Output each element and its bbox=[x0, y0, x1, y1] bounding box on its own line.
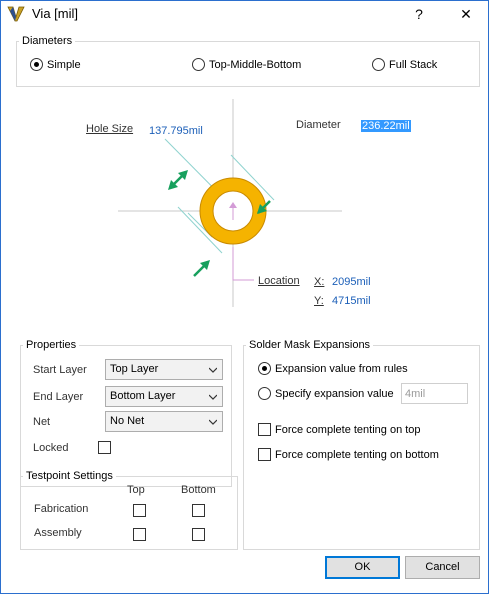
properties-legend: Properties bbox=[26, 339, 77, 351]
solder-mask-legend: Solder Mask Expansions bbox=[249, 339, 371, 351]
end-layer-select[interactable]: Bottom Layer bbox=[105, 386, 223, 407]
window-title: Via [mil] bbox=[32, 6, 78, 21]
locked-label: Locked bbox=[33, 442, 69, 454]
hole-size-value[interactable]: 137.795mil bbox=[149, 125, 203, 137]
via-diagram bbox=[118, 99, 342, 307]
radio-specify-expansion[interactable]: Specify expansion value bbox=[258, 387, 394, 400]
testpoint-row-assembly: Assembly bbox=[34, 527, 82, 539]
radio-top-middle-bottom[interactable]: Top-Middle-Bottom bbox=[192, 58, 301, 71]
radio-expansion-from-rules-label: Expansion value from rules bbox=[275, 362, 408, 375]
y-value[interactable]: 4715mil bbox=[332, 295, 371, 307]
radio-full-stack[interactable]: Full Stack bbox=[372, 58, 437, 71]
net-label: Net bbox=[33, 416, 51, 428]
diameter-value[interactable]: 236.22mil bbox=[361, 120, 411, 132]
diameter-label: Diameter bbox=[296, 119, 341, 131]
radio-full-stack-label: Full Stack bbox=[389, 58, 438, 71]
radio-simple-indicator[interactable] bbox=[30, 58, 43, 71]
assembly-bottom-checkbox[interactable] bbox=[192, 528, 205, 541]
radio-simple[interactable]: Simple bbox=[30, 58, 81, 71]
x-label: X: bbox=[314, 276, 325, 288]
close-button[interactable]: ✕ bbox=[447, 1, 485, 27]
location-label: Location bbox=[258, 275, 300, 287]
fabrication-bottom-checkbox[interactable] bbox=[192, 504, 205, 517]
testpoint-col-top: Top bbox=[127, 484, 145, 496]
chevron-down-icon bbox=[209, 367, 217, 373]
dialog-body: Diameters Simple Top-Middle-Bottom Full … bbox=[2, 27, 487, 593]
ok-button[interactable]: OK bbox=[325, 556, 400, 579]
fabrication-top-checkbox[interactable] bbox=[133, 504, 146, 517]
title-bar[interactable]: Via [mil] ? ✕ bbox=[1, 1, 488, 27]
testpoint-legend: Testpoint Settings bbox=[26, 470, 113, 482]
testpoint-col-bottom: Bottom bbox=[181, 484, 216, 496]
locked-checkbox[interactable] bbox=[98, 441, 111, 454]
tent-bottom-row[interactable]: Force complete tenting on bottom bbox=[258, 448, 439, 461]
assembly-top-checkbox[interactable] bbox=[133, 528, 146, 541]
diameters-legend: Diameters bbox=[22, 35, 73, 47]
help-button[interactable]: ? bbox=[400, 1, 438, 27]
radio-simple-label: Simple bbox=[47, 58, 81, 71]
tent-top-checkbox[interactable] bbox=[258, 423, 271, 436]
tent-top-label: Force complete tenting on top bbox=[275, 423, 421, 436]
net-select[interactable]: No Net bbox=[105, 411, 223, 432]
altium-logo-icon bbox=[7, 6, 25, 22]
start-layer-label: Start Layer bbox=[33, 364, 87, 376]
radio-top-middle-bottom-indicator[interactable] bbox=[192, 58, 205, 71]
via-dialog: Via [mil] ? ✕ Diameters Simple Top-Middl… bbox=[0, 0, 489, 594]
radio-top-middle-bottom-label: Top-Middle-Bottom bbox=[209, 58, 302, 71]
hole-size-label: Hole Size bbox=[86, 123, 134, 135]
tent-bottom-checkbox[interactable] bbox=[258, 448, 271, 461]
location-leader bbox=[232, 247, 254, 281]
start-layer-select[interactable]: Top Layer bbox=[105, 359, 223, 380]
radio-specify-expansion-indicator[interactable] bbox=[258, 387, 271, 400]
radio-specify-expansion-label: Specify expansion value bbox=[275, 387, 394, 400]
radio-full-stack-indicator[interactable] bbox=[372, 58, 385, 71]
end-layer-label: End Layer bbox=[33, 391, 84, 403]
chevron-down-icon bbox=[209, 394, 217, 400]
y-label: Y: bbox=[314, 295, 324, 307]
tent-bottom-label: Force complete tenting on bottom bbox=[275, 448, 439, 461]
x-value[interactable]: 2095mil bbox=[332, 276, 371, 288]
tent-top-row[interactable]: Force complete tenting on top bbox=[258, 423, 421, 436]
radio-expansion-from-rules-indicator[interactable] bbox=[258, 362, 271, 375]
chevron-down-icon bbox=[209, 419, 217, 425]
testpoint-row-fabrication: Fabrication bbox=[34, 503, 89, 515]
radio-expansion-from-rules[interactable]: Expansion value from rules bbox=[258, 362, 408, 375]
expansion-value-input[interactable]: 4mil bbox=[401, 383, 468, 404]
cancel-button[interactable]: Cancel bbox=[405, 556, 480, 579]
